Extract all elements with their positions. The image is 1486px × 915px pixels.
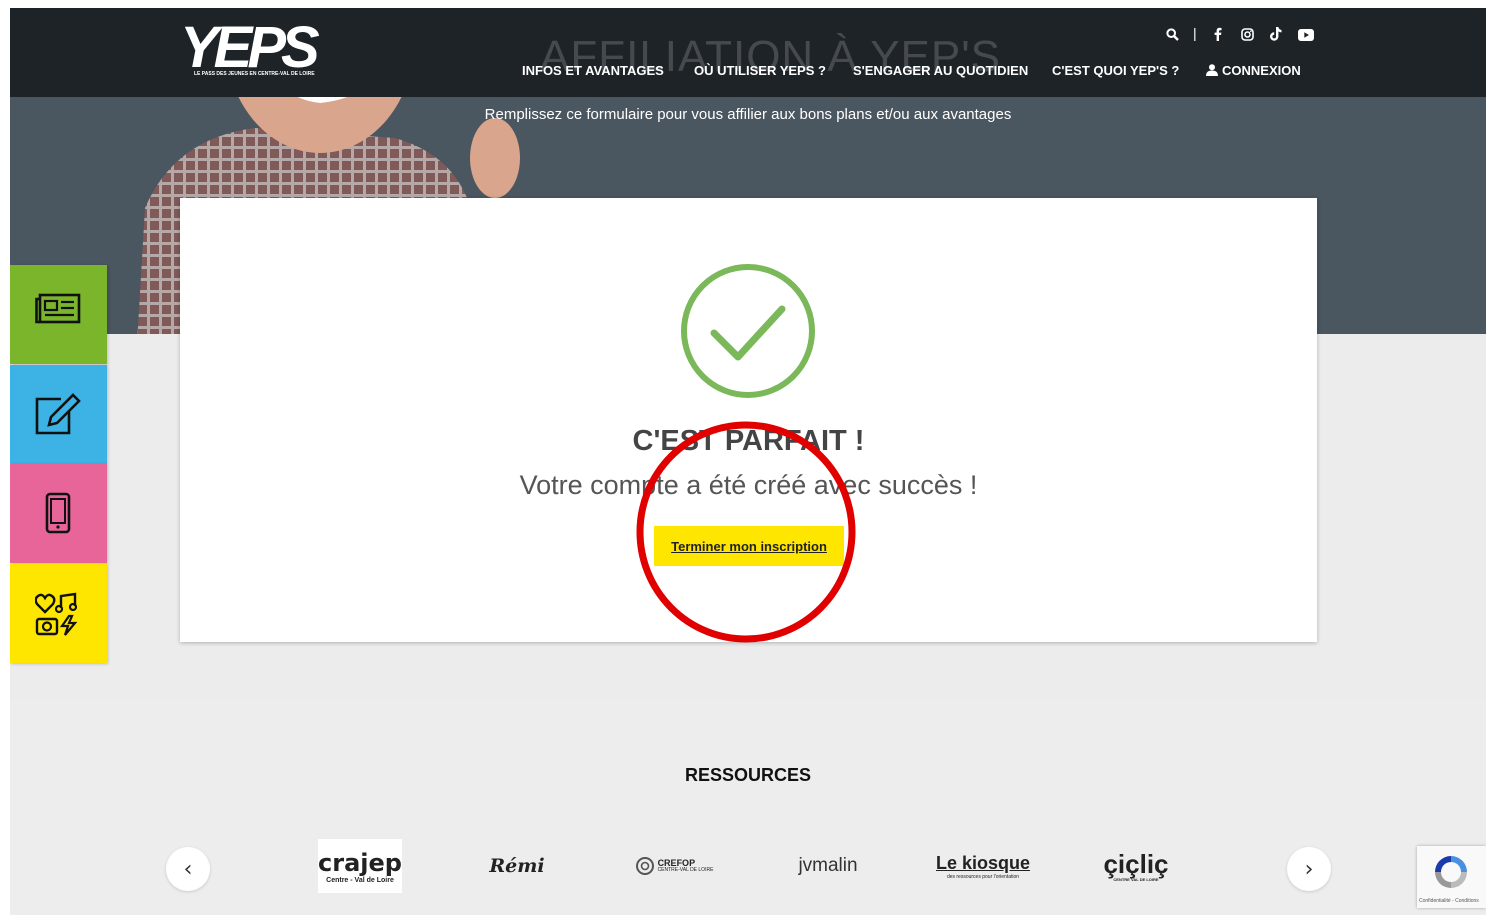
sidebar-item-mobile[interactable]: [10, 464, 107, 563]
edit-icon: [35, 393, 81, 435]
crefop-caption: CENTRE-VAL DE LOIRE: [657, 867, 714, 873]
facebook-icon[interactable]: [1214, 27, 1222, 41]
sidebar-item-news[interactable]: [10, 265, 107, 364]
crajep-caption: Centre - Val de Loire: [326, 876, 394, 884]
recaptcha-icon: [1435, 856, 1467, 888]
kiosque-wordmark: Le kiosque: [935, 852, 1031, 873]
recaptcha-footer: Confidentialité - Conditions: [1419, 898, 1479, 904]
search-icon[interactable]: [1166, 28, 1179, 41]
nav-sengager[interactable]: S'ENGAGER AU QUOTIDIEN: [853, 63, 1028, 78]
nav-cest-quoi[interactable]: C'EST QUOI YEP'S ?: [1052, 63, 1179, 78]
hero-subtitle: Remplissez ce formulaire pour vous affil…: [484, 106, 1012, 123]
phone-icon: [45, 492, 71, 534]
sidebar-item-leisure[interactable]: [10, 564, 107, 663]
resources-title: RESSOURCES: [684, 765, 812, 785]
logo-tagline: LE PASS DES JEUNES EN CENTRE-VAL DE LOIR…: [194, 71, 315, 77]
logo-ciclic[interactable]: çiçliç CENTRE VAL DE LOIRE: [1094, 838, 1178, 894]
ciclic-caption: CENTRE VAL DE LOIRE: [1113, 876, 1159, 882]
crefop-emblem-icon: [635, 857, 654, 875]
ciclic-wordmark: çiçliç: [1103, 848, 1169, 879]
remi-wordmark: Rémi: [489, 855, 545, 877]
leisure-icon: [35, 592, 78, 636]
youtube-icon[interactable]: [1298, 29, 1314, 41]
nav-ou-utiliser[interactable]: OÙ UTILISER YEPS ?: [694, 63, 826, 78]
resources-section: [10, 701, 1486, 915]
kiosque-caption: des ressources pour l'orientation: [946, 873, 1020, 880]
success-check-icon: [681, 264, 815, 398]
logo-remi[interactable]: Rémi: [476, 838, 558, 894]
tiktok-icon[interactable]: [1270, 27, 1282, 41]
top-navigation: YEPS LE PASS DES JEUNES EN CENTRE-VAL DE…: [10, 8, 1486, 97]
crajep-wordmark: crajep: [318, 848, 402, 877]
user-icon: [1206, 64, 1218, 76]
instagram-icon[interactable]: [1241, 28, 1254, 41]
page: YEPS LE PASS DES JEUNES EN CENTRE-VAL DE…: [10, 8, 1486, 915]
highlight-circle: [636, 421, 856, 643]
yeps-logo[interactable]: YEPS LE PASS DES JEUNES EN CENTRE-VAL DE…: [180, 15, 320, 82]
login-label: CONNEXION: [1222, 63, 1301, 78]
logo-kiosque[interactable]: Le kiosque des ressources pour l'orienta…: [932, 838, 1034, 894]
sidebar-item-edit[interactable]: [10, 365, 107, 464]
recaptcha-badge[interactable]: Confidentialité - Conditions: [1417, 846, 1486, 908]
logo-crajep[interactable]: crajep Centre - Val de Loire: [318, 839, 402, 893]
social-separator: |: [1193, 25, 1197, 41]
jvmalin-wordmark: jvmalin: [798, 855, 858, 876]
newspaper-icon: [35, 293, 81, 324]
carousel-next-button[interactable]: ›: [1287, 847, 1331, 891]
nav-infos-avantages[interactable]: INFOS ET AVANTAGES: [522, 63, 664, 78]
logo-crefop[interactable]: CREFOP CENTRE-VAL DE LOIRE: [632, 838, 716, 894]
carousel-prev-button[interactable]: ‹: [166, 847, 210, 891]
logo-jvmalin[interactable]: jvmalin: [784, 838, 872, 894]
login-link[interactable]: CONNEXION: [1206, 63, 1301, 78]
